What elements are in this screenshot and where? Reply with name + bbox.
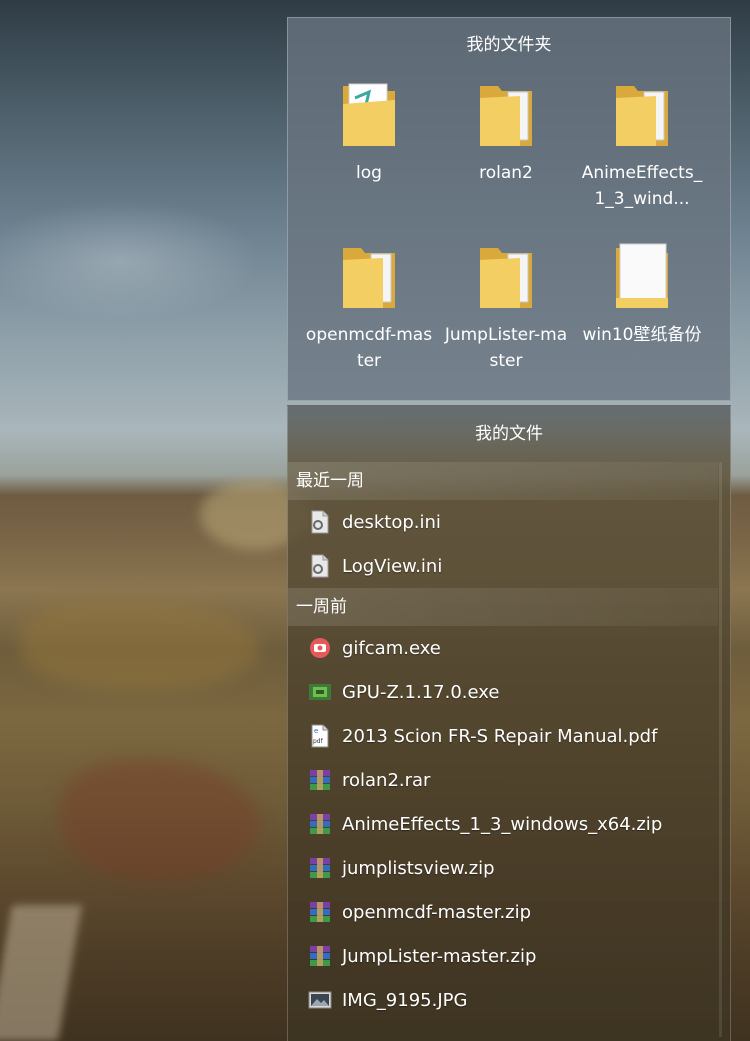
svg-text:e: e [314, 727, 318, 735]
folder-icon [616, 243, 668, 308]
folder-label: AnimeEffects_1_3_wind... [581, 163, 703, 209]
folder-item-log[interactable]: log [301, 78, 437, 186]
folder-grid: log rolan2 AnimeEffects_1_3_wind... open… [288, 72, 730, 402]
archive-icon [310, 858, 330, 878]
folder-icon [480, 86, 532, 146]
file-name: gifcam.exe [342, 637, 441, 659]
file-item-rolan2-rar[interactable]: rolan2.rar [288, 758, 730, 802]
file-name: rolan2.rar [342, 769, 431, 791]
gifcam-icon [310, 638, 330, 658]
svg-text:pdf: pdf [313, 738, 324, 745]
folder-label: log [356, 163, 382, 183]
file-name: jumplistsview.zip [342, 857, 495, 879]
folder-label: rolan2 [479, 163, 533, 183]
file-name: JumpLister-master.zip [342, 945, 537, 967]
folder-label: win10壁纸备份 [582, 325, 702, 345]
folder-item-rolan2[interactable]: rolan2 [438, 78, 574, 186]
file-item-animeeffects-zip[interactable]: AnimeEffects_1_3_windows_x64.zip [288, 802, 730, 846]
section-header-older: 一周前 [288, 588, 718, 626]
files-panel-title: 我的文件 [475, 424, 543, 444]
ini-file-icon [311, 554, 329, 578]
folder-icon [480, 248, 532, 308]
folder-item-jumplister[interactable]: JumpLister-master [438, 240, 574, 374]
file-name: LogView.ini [342, 555, 443, 577]
file-name: AnimeEffects_1_3_windows_x64.zip [342, 813, 663, 835]
file-name: GPU-Z.1.17.0.exe [342, 681, 500, 703]
section-header-last-week: 最近一周 [288, 462, 718, 500]
wallpaper-grass [20, 600, 260, 690]
pdf-file-icon: e pdf [311, 724, 329, 748]
folder-icon [616, 86, 668, 146]
wallpaper-path [0, 905, 82, 1041]
file-item-repair-manual-pdf[interactable]: e pdf 2013 Scion FR-S Repair Manual.pdf [288, 714, 730, 758]
archive-icon [310, 902, 330, 922]
folder-item-openmcdf[interactable]: openmcdf-master [301, 240, 437, 374]
image-file-icon [308, 991, 332, 1009]
archive-icon [310, 814, 330, 834]
archive-icon [310, 946, 330, 966]
file-name: openmcdf-master.zip [342, 901, 532, 923]
folder-label: JumpLister-master [444, 325, 568, 371]
folder-icon [343, 248, 395, 308]
file-item-gpuz[interactable]: GPU-Z.1.17.0.exe [288, 670, 730, 714]
folders-panel-title: 我的文件夹 [466, 35, 552, 55]
folders-panel: 我的文件夹 log rolan2 AnimeEffects_1_3_wind..… [287, 17, 731, 401]
file-item-logview-ini[interactable]: LogView.ini [288, 544, 730, 588]
file-item-jumplister-zip[interactable]: JumpLister-master.zip [288, 934, 730, 978]
folder-item-win10-wallpaper-backup[interactable]: win10壁纸备份 [574, 240, 710, 348]
file-item-desktop-ini[interactable]: desktop.ini [288, 500, 730, 544]
folder-icon [343, 83, 395, 146]
file-item-img-9195[interactable]: IMG_9195.JPG [288, 978, 730, 1022]
file-name: desktop.ini [342, 511, 441, 533]
wallpaper-grass [60, 760, 260, 880]
ini-file-icon [311, 510, 329, 534]
files-panel: 我的文件 最近一周 desktop.ini LogView.ini 一周前 gi… [287, 405, 731, 1041]
folder-item-animeeffects[interactable]: AnimeEffects_1_3_wind... [574, 78, 710, 212]
file-item-openmcdf-zip[interactable]: openmcdf-master.zip [288, 890, 730, 934]
file-name: 2013 Scion FR-S Repair Manual.pdf [342, 725, 658, 747]
file-name: IMG_9195.JPG [342, 989, 468, 1011]
folder-label: openmcdf-master [305, 325, 433, 371]
file-item-jumplistsview-zip[interactable]: jumplistsview.zip [288, 846, 730, 890]
file-item-gifcam[interactable]: gifcam.exe [288, 626, 730, 670]
gpuz-icon [309, 684, 331, 700]
archive-icon [310, 770, 330, 790]
